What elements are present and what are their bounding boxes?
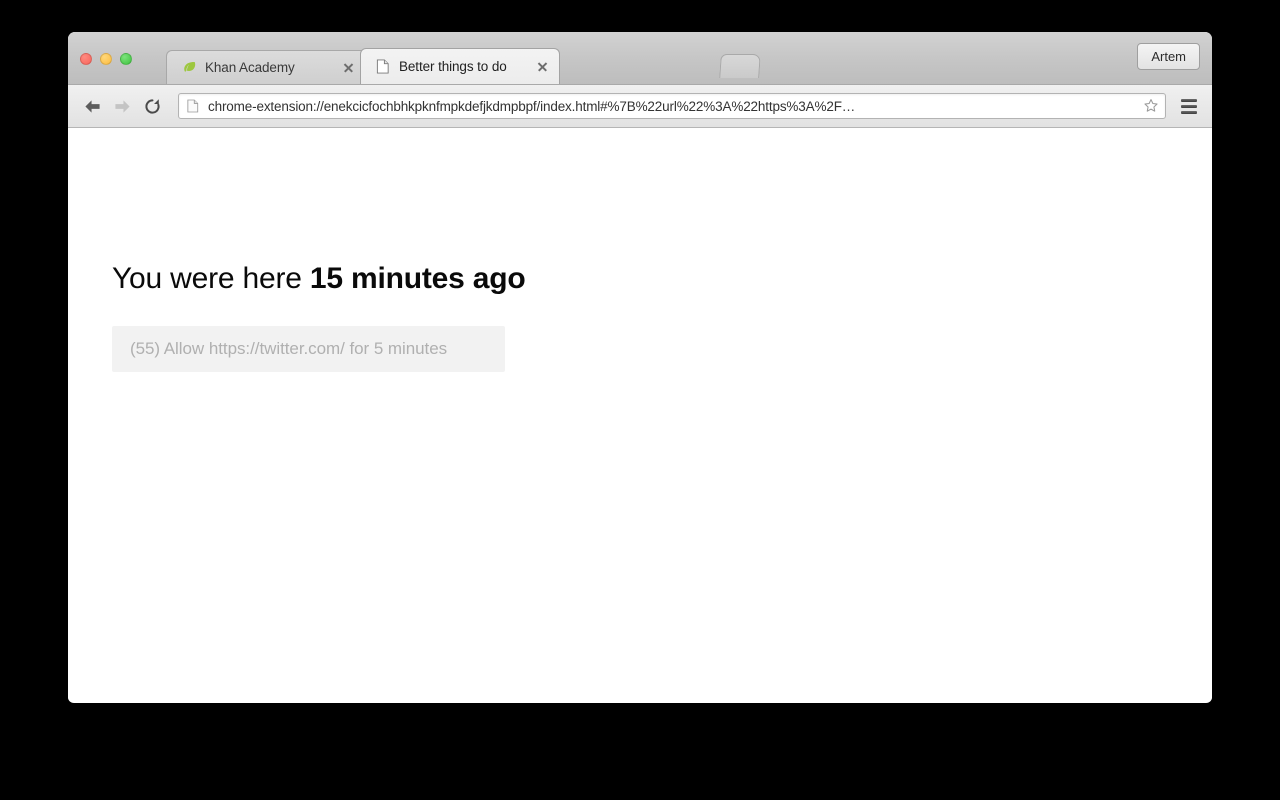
window-controls <box>80 53 132 65</box>
page-title-prefix: You were here <box>112 262 310 295</box>
desktop-background: Khan Academy Better things to do Artem c… <box>0 0 1280 800</box>
tab-khan-academy[interactable]: Khan Academy <box>166 50 366 84</box>
tab-close-button[interactable] <box>535 59 551 75</box>
profile-label: Artem <box>1151 49 1186 64</box>
address-bar[interactable]: chrome-extension://enekcicfochbhkpknfmpk… <box>178 93 1166 119</box>
document-icon <box>185 98 201 114</box>
tab-title: Better things to do <box>399 59 507 74</box>
allow-site-button[interactable]: (55) Allow https://twitter.com/ for 5 mi… <box>112 326 505 372</box>
page-content: You were here 15 minutes ago (55) Allow … <box>68 128 1212 702</box>
profile-button[interactable]: Artem <box>1137 43 1200 70</box>
leaf-icon <box>181 60 197 76</box>
hamburger-line <box>1181 98 1197 102</box>
hamburger-line <box>1181 110 1197 114</box>
url-text: chrome-extension://enekcicfochbhkpknfmpk… <box>208 98 856 114</box>
document-icon <box>375 59 391 75</box>
new-tab-button[interactable] <box>719 54 761 78</box>
page-title: You were here 15 minutes ago <box>112 261 526 297</box>
browser-toolbar: chrome-extension://enekcicfochbhkpknfmpk… <box>68 85 1212 128</box>
tab-better-things-to-do[interactable]: Better things to do <box>360 48 560 84</box>
tab-title: Khan Academy <box>205 60 295 75</box>
zoom-window-button[interactable] <box>120 53 132 65</box>
page-title-emphasis: 15 minutes ago <box>309 262 526 295</box>
tab-strip: Khan Academy Better things to do Artem <box>68 32 1212 85</box>
tab-close-button[interactable] <box>341 60 357 76</box>
chrome-menu-button[interactable] <box>1176 93 1202 119</box>
back-button[interactable] <box>78 92 106 120</box>
hamburger-line <box>1181 104 1197 108</box>
bookmark-star-icon[interactable] <box>1141 96 1161 116</box>
forward-button[interactable] <box>108 92 136 120</box>
minimize-window-button[interactable] <box>100 53 112 65</box>
tab-list: Khan Academy Better things to do <box>166 32 560 84</box>
reload-button[interactable] <box>138 92 166 120</box>
close-window-button[interactable] <box>80 53 92 65</box>
browser-window: Khan Academy Better things to do Artem c… <box>68 32 1212 703</box>
